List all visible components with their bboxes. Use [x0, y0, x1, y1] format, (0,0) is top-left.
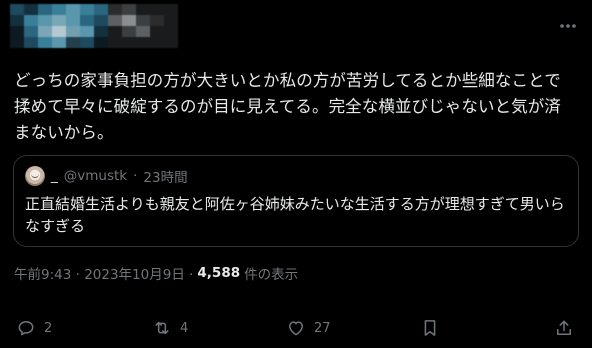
- share-icon: [557, 320, 571, 335]
- quoted-tweet-text: 正直結婚生活よりも親友と阿佐ヶ谷姉妹みたいな生活する方が理想すぎて男いら なすぎ…: [25, 195, 565, 235]
- mosaic-tile: [38, 26, 52, 37]
- tweet-text: どっちの家事負担の方が大きいとか私の方が苦労してるとか些細なことで 揉めて早々に…: [14, 71, 561, 142]
- like-button[interactable]: 27: [286, 314, 331, 342]
- mosaic-tile: [38, 15, 52, 26]
- mosaic-tile: [10, 37, 24, 48]
- mosaic-tile: [52, 37, 66, 48]
- repost-count: 4: [180, 320, 189, 336]
- mosaic-tile: [10, 4, 24, 15]
- quoted-time[interactable]: 23時間: [143, 166, 187, 186]
- like-count: 27: [314, 320, 331, 336]
- mosaic-tile: [108, 26, 122, 37]
- repost-icon: [155, 321, 169, 335]
- mosaic-tile: [10, 26, 24, 37]
- mosaic-tile: [52, 15, 66, 26]
- mosaic-tile: [52, 4, 66, 15]
- bookmark-button[interactable]: [420, 314, 440, 342]
- mosaic-tile: [136, 4, 150, 15]
- mosaic-tile: [66, 37, 80, 48]
- mosaic-tile: [136, 37, 150, 48]
- mosaic-tile: [94, 26, 108, 37]
- heart-icon: [289, 321, 303, 336]
- mosaic-tile: [150, 37, 164, 48]
- mosaic-tile: [38, 4, 52, 15]
- mosaic-tile: [24, 4, 38, 15]
- mosaic-tile: [66, 4, 80, 15]
- mosaic-tile: [108, 37, 122, 48]
- tweet-timestamp[interactable]: 午前9:43 · 2023年10月9日 ·: [14, 263, 193, 283]
- mosaic-tile: [150, 15, 164, 26]
- mosaic-tile: [66, 26, 80, 37]
- reply-icon: [18, 321, 34, 336]
- quoted-tweet[interactable]: _ @vmustk · 23時間 正直結婚生活よりも親友と阿佐ヶ谷姉妹みたいな生…: [13, 155, 579, 247]
- mosaic-tile: [38, 37, 52, 48]
- mosaic-tile: [24, 15, 38, 26]
- quoted-author-avatar[interactable]: [25, 166, 45, 186]
- quoted-author-name[interactable]: _: [51, 168, 58, 184]
- mosaic-tile: [80, 15, 94, 26]
- mosaic-tile: [94, 37, 108, 48]
- mosaic-tile: [66, 15, 80, 26]
- mosaic-tile: [122, 26, 136, 37]
- quoted-separator: ·: [133, 168, 138, 184]
- quoted-author-handle[interactable]: @vmustk: [64, 168, 127, 184]
- mosaic-tile: [108, 4, 122, 15]
- mosaic-tile: [122, 4, 136, 15]
- views-count: 4,588: [197, 265, 241, 281]
- mosaic-tile: [122, 37, 136, 48]
- more-horizontal-icon: [560, 24, 576, 28]
- mosaic-tile: [80, 4, 94, 15]
- views-label: 件の表示: [244, 267, 299, 283]
- share-button[interactable]: [554, 314, 574, 342]
- mosaic-tile: [94, 4, 108, 15]
- mosaic-tile: [24, 37, 38, 48]
- bookmark-icon: [424, 320, 436, 336]
- mosaic-tile: [136, 26, 150, 37]
- mosaic-tile: [136, 15, 150, 26]
- mosaic-tile: [164, 4, 178, 15]
- mosaic-tile: [150, 26, 164, 37]
- mosaic-tile: [10, 15, 24, 26]
- repost-button[interactable]: 4: [152, 314, 188, 342]
- mosaic-tile: [122, 15, 136, 26]
- mosaic-tile: [80, 26, 94, 37]
- mosaic-tile: [150, 4, 164, 15]
- action-bar: 2 4 27: [0, 314, 592, 342]
- mosaic-tile: [164, 15, 178, 26]
- mosaic-tile: [164, 26, 178, 37]
- reply-button[interactable]: 2: [16, 314, 52, 342]
- quoted-tweet-header: _ @vmustk · 23時間: [25, 166, 188, 186]
- reply-count: 2: [44, 320, 53, 336]
- more-options-button[interactable]: [558, 16, 578, 36]
- mosaic-tile: [108, 15, 122, 26]
- censored-author-avatar[interactable]: [10, 4, 180, 50]
- tweet: どっちの家事負担の方が大きいとか私の方が苦労してるとか些細なことで 揉めて早々に…: [0, 0, 592, 348]
- mosaic-tile: [80, 37, 94, 48]
- mosaic-tile: [24, 26, 38, 37]
- tweet-meta: 午前9:43 · 2023年10月9日 · 4,588 件の表示: [14, 263, 298, 283]
- mosaic-tile: [164, 37, 178, 48]
- mosaic-tile: [52, 26, 66, 37]
- mosaic-tile: [94, 15, 108, 26]
